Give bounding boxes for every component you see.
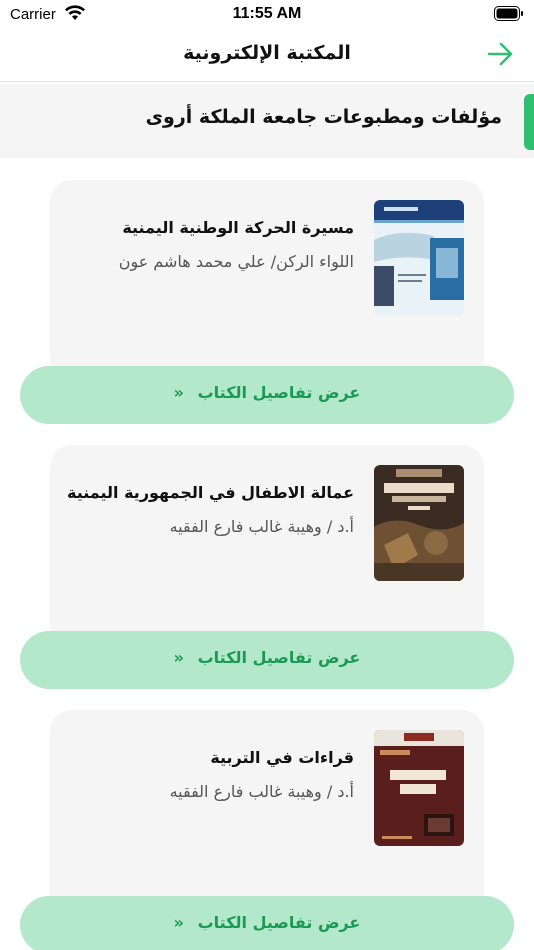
view-book-details-button[interactable]: عرض تفاصيل الكتاب « [20, 631, 514, 689]
book-cover [374, 465, 464, 581]
section-accent-bar [524, 94, 534, 150]
view-book-details-button[interactable]: عرض تفاصيل الكتاب « [20, 366, 514, 424]
view-book-details-button[interactable]: عرض تفاصيل الكتاب « [20, 896, 514, 950]
details-label: عرض تفاصيل الكتاب [197, 383, 361, 402]
page-title: المكتبة الإلكترونية [183, 42, 351, 64]
details-label: عرض تفاصيل الكتاب [197, 648, 361, 667]
book-author: أ.د / وهيبة غالب فارع الفقيه [169, 517, 354, 536]
double-chevron-left-icon: « [173, 648, 184, 667]
clock: 11:55 AM [232, 5, 302, 22]
book-title: مسيرة الحركة الوطنية اليمنية [122, 218, 354, 237]
section-header: مؤلفات ومطبوعات جامعة الملكة أروى [0, 84, 534, 158]
back-arrow-icon[interactable] [486, 41, 516, 67]
book-author: اللواء الركن/ علي محمد هاشم عون [118, 252, 354, 271]
book-card[interactable]: مسيرة الحركة الوطنية اليمنية اللواء الرك… [50, 180, 484, 394]
book-author: أ.د / وهيبة غالب فارع الفقيه [169, 782, 354, 801]
book-card[interactable]: عمالة الاطفال في الجمهورية اليمنية أ.د /… [50, 445, 484, 659]
double-chevron-left-icon: « [173, 383, 184, 402]
battery-icon [494, 6, 523, 21]
book-cover [374, 730, 464, 846]
details-label: عرض تفاصيل الكتاب [197, 913, 361, 932]
book-card[interactable]: قراءات في التربية أ.د / وهيبة غالب فارع … [50, 710, 484, 924]
book-title: قراءات في التربية [210, 748, 354, 767]
status-bar: Carrier 11:55 AM [0, 0, 534, 32]
double-chevron-left-icon: « [173, 913, 184, 932]
nav-bar: المكتبة الإلكترونية [0, 32, 534, 82]
book-title: عمالة الاطفال في الجمهورية اليمنية [67, 483, 354, 502]
book-cover [374, 200, 464, 316]
section-title: مؤلفات ومطبوعات جامعة الملكة أروى [145, 106, 502, 128]
